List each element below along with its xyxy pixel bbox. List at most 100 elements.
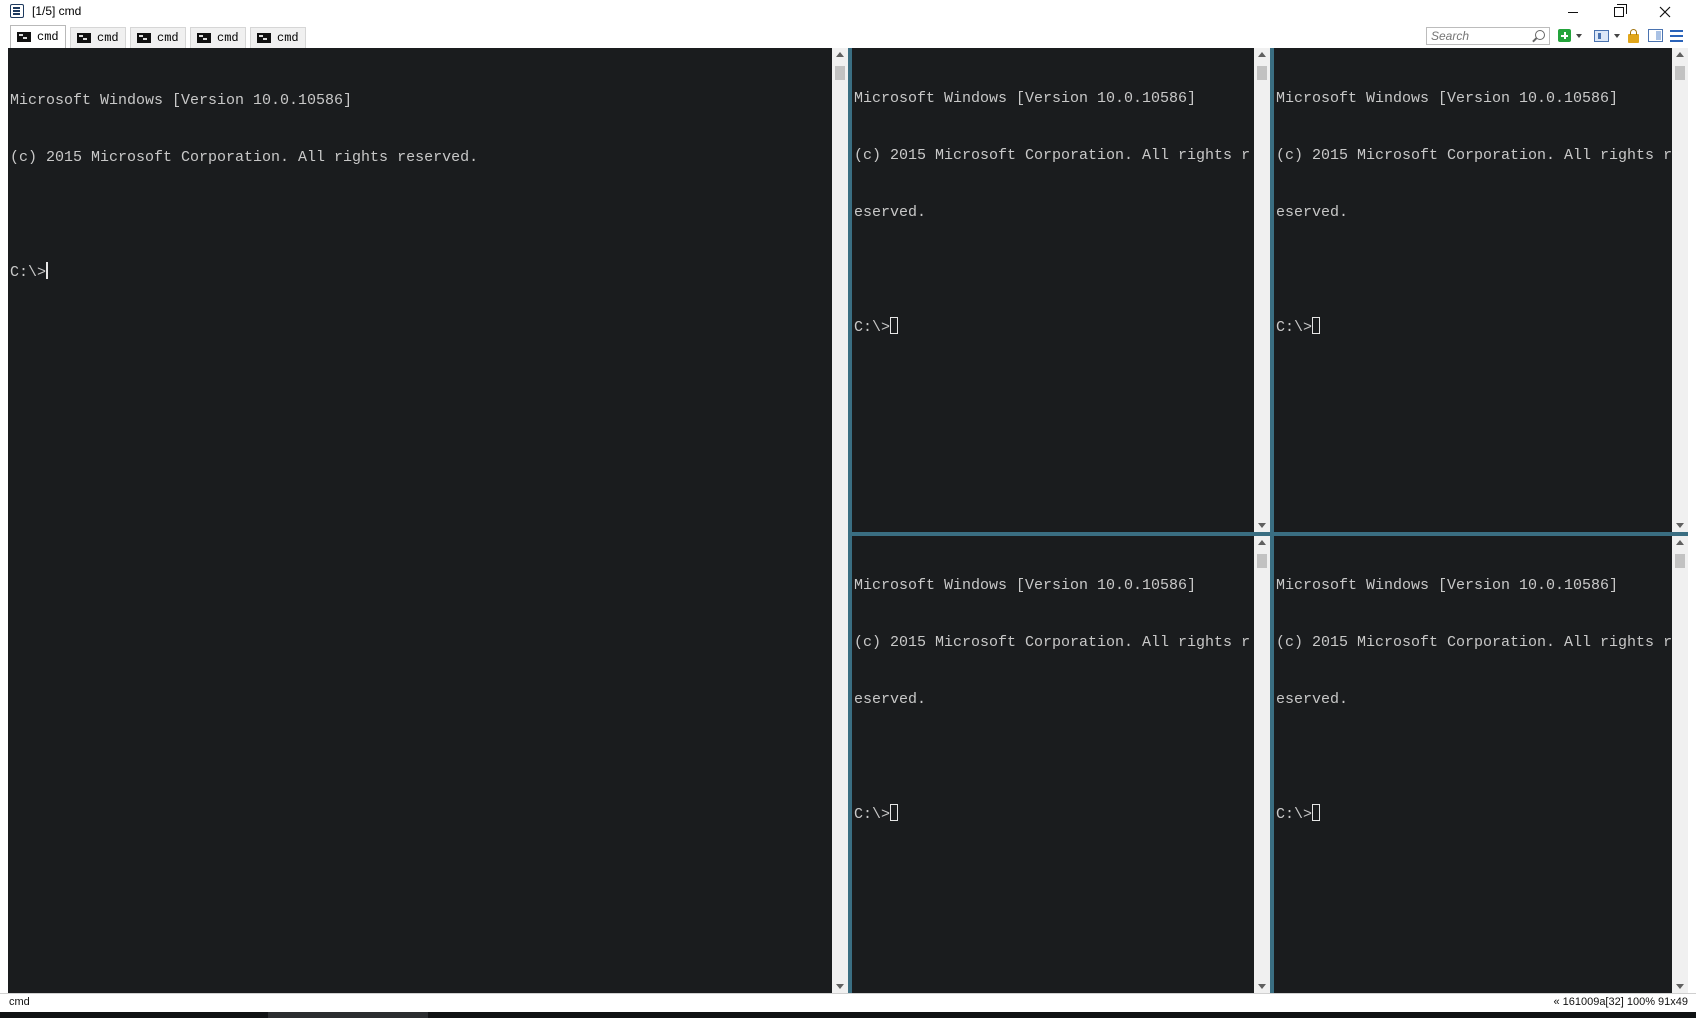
console-line: eserved. (1276, 691, 1349, 708)
search-icon[interactable] (1535, 30, 1545, 40)
console-line: eserved. (854, 204, 927, 221)
scroll-thumb[interactable] (835, 66, 845, 80)
text-cursor (1312, 804, 1321, 821)
close-icon (1659, 6, 1671, 18)
scroll-up-icon[interactable] (1676, 52, 1684, 57)
tab-bar: cmd cmd cmd cmd cmd (0, 24, 1696, 48)
scroll-up-icon[interactable] (1676, 540, 1684, 545)
taskbar-item[interactable] (268, 1012, 428, 1018)
restore-button[interactable] (1596, 0, 1642, 24)
text-cursor (46, 262, 49, 279)
console-output: Microsoft Windows [Version 10.0.10586] (… (1276, 51, 1672, 374)
scrollbar-top-right[interactable] (1672, 48, 1688, 532)
console-line: (c) 2015 Microsoft Corporation. All righ… (854, 147, 1251, 164)
dropdown-icon[interactable] (1576, 34, 1582, 38)
console-prompt: C:\> (1276, 806, 1313, 823)
scroll-down-icon[interactable] (1676, 984, 1684, 989)
console-icon (137, 33, 151, 43)
console-line: (c) 2015 Microsoft Corporation. All righ… (1276, 147, 1672, 164)
scroll-down-icon[interactable] (1258, 984, 1266, 989)
scroll-thumb[interactable] (1675, 554, 1685, 568)
lock-icon[interactable] (1628, 29, 1639, 43)
search-input[interactable] (1427, 28, 1527, 44)
text-cursor (890, 804, 899, 821)
search-box (1426, 27, 1550, 45)
console-line: (c) 2015 Microsoft Corporation. All righ… (10, 149, 479, 166)
console-line: Microsoft Windows [Version 10.0.10586] (854, 577, 1197, 594)
console-prompt-line: C:\> (1276, 317, 1672, 336)
console-output: Microsoft Windows [Version 10.0.10586] (… (10, 53, 478, 319)
tab-cmd-2[interactable]: cmd (70, 27, 126, 48)
left-edge (0, 48, 8, 993)
console-line: Microsoft Windows [Version 10.0.10586] (854, 90, 1197, 107)
taskbar-strip (0, 1012, 1696, 1018)
console-line: eserved. (854, 691, 927, 708)
console-icon (197, 33, 211, 43)
console-output: Microsoft Windows [Version 10.0.10586] (… (1276, 538, 1672, 861)
conemu-window: [1/5] cmd cmd cmd cmd cmd cmd Search Mic… (0, 0, 1696, 1018)
scrollbar-bottom-right[interactable] (1672, 536, 1688, 993)
console-line: (c) 2015 Microsoft Corporation. All righ… (854, 634, 1251, 651)
scroll-thumb[interactable] (1257, 66, 1267, 80)
console-icon (77, 33, 91, 43)
console-line: Microsoft Windows [Version 10.0.10586] (10, 92, 353, 109)
console-line: eserved. (1276, 204, 1349, 221)
console-prompt: C:\> (1276, 319, 1313, 336)
text-cursor (890, 317, 899, 334)
console-icon (257, 33, 271, 43)
console-prompt: C:\> (854, 319, 891, 336)
scrollbar-bottom-middle[interactable] (1254, 536, 1270, 993)
scroll-down-icon[interactable] (1258, 523, 1266, 528)
scroll-down-icon[interactable] (836, 984, 844, 989)
console-prompt-line: C:\> (10, 262, 478, 281)
scroll-thumb[interactable] (1675, 66, 1685, 80)
scrollbar-main[interactable] (832, 48, 848, 993)
tab-label: cmd (37, 30, 59, 44)
console-pane-bottom-middle[interactable]: Microsoft Windows [Version 10.0.10586] (… (852, 536, 1254, 993)
dropdown-icon[interactable] (1614, 34, 1620, 38)
minimize-button[interactable] (1550, 0, 1596, 24)
scroll-up-icon[interactable] (836, 52, 844, 57)
console-line: Microsoft Windows [Version 10.0.10586] (1276, 577, 1619, 594)
restore-icon (1614, 4, 1627, 17)
console-pane-main[interactable]: Microsoft Windows [Version 10.0.10586] (… (8, 48, 832, 993)
status-info[interactable]: « 161009a[32] 100% 91x49 (1553, 996, 1688, 1008)
console-prompt-line: C:\> (854, 317, 1250, 336)
console-prompt: C:\> (854, 806, 891, 823)
tab-cmd-5[interactable]: cmd (250, 27, 306, 48)
scroll-up-icon[interactable] (1258, 540, 1266, 545)
add-console-icon[interactable] (1558, 29, 1571, 42)
tab-cmd-4[interactable]: cmd (190, 27, 246, 48)
status-console-name[interactable]: cmd (9, 996, 30, 1008)
tab-cmd-3[interactable]: cmd (130, 27, 186, 48)
app-icon[interactable] (10, 4, 24, 18)
console-pane-top-middle[interactable]: Microsoft Windows [Version 10.0.10586] (… (852, 48, 1254, 532)
console-prompt-line: C:\> (1276, 804, 1672, 823)
menu-icon[interactable] (1670, 30, 1683, 42)
text-cursor (1312, 317, 1321, 334)
tab-label: cmd (217, 31, 239, 45)
tab-cmd-1[interactable]: cmd (10, 25, 66, 48)
console-icon (17, 32, 31, 42)
scroll-up-icon[interactable] (1258, 52, 1266, 57)
close-button[interactable] (1642, 0, 1688, 24)
status-bar: cmd « 161009a[32] 100% 91x49 (0, 993, 1696, 1012)
scroll-down-icon[interactable] (1676, 523, 1684, 528)
minimize-icon (1568, 11, 1578, 13)
tab-label: cmd (157, 31, 179, 45)
console-line: Microsoft Windows [Version 10.0.10586] (1276, 90, 1619, 107)
console-pane-bottom-right[interactable]: Microsoft Windows [Version 10.0.10586] (… (1274, 536, 1672, 993)
console-pane-top-right[interactable]: Microsoft Windows [Version 10.0.10586] (… (1274, 48, 1672, 532)
split-view-icon[interactable] (1594, 30, 1609, 42)
tab-label: cmd (277, 31, 299, 45)
console-prompt-line: C:\> (854, 804, 1250, 823)
title-bar: [1/5] cmd (0, 0, 1696, 24)
scroll-thumb[interactable] (1257, 554, 1267, 568)
panel-icon[interactable] (1648, 29, 1663, 42)
scrollbar-top-middle[interactable] (1254, 48, 1270, 532)
